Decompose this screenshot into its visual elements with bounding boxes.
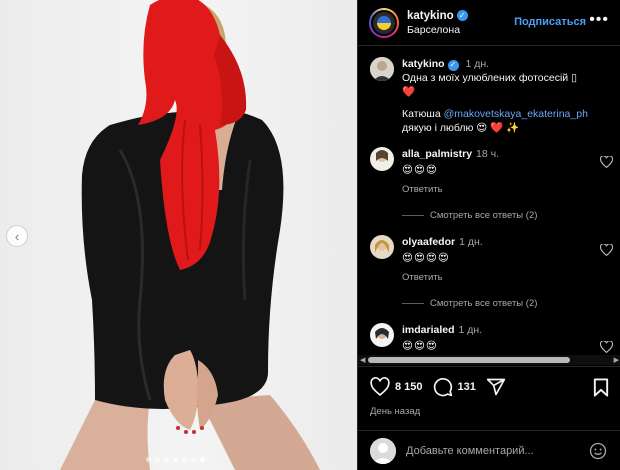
comment-time[interactable]: 18 ч. [476, 148, 499, 160]
caption-heart: ❤️ [402, 86, 416, 98]
comment-username[interactable]: imdarialed [402, 324, 455, 336]
comments-count[interactable]: 131 [458, 381, 476, 393]
reply-button[interactable]: Ответить [402, 272, 443, 283]
comment-text: 😍😍😍 [402, 164, 438, 176]
post-caption: katykino ✓ 1 дн. Одна з моїх улюблених ф… [370, 57, 610, 135]
post-location[interactable]: Барселона [407, 24, 468, 36]
heart-icon[interactable] [600, 156, 613, 168]
comment-text: 😍😍😍😍 [402, 252, 450, 264]
comment-username[interactable]: olyaafedor [402, 236, 455, 248]
follow-button[interactable]: Подписаться [514, 16, 586, 28]
carousel-dot [146, 457, 151, 462]
likes-count[interactable]: 8 150 [395, 381, 423, 393]
heart-icon[interactable] [600, 244, 613, 256]
comment-username[interactable]: alla_palmistry [402, 148, 472, 160]
carousel-dot [182, 457, 187, 462]
caption-line-2: Катюша [402, 108, 444, 120]
comment-avatar[interactable] [370, 323, 394, 347]
comment-text: 😍😍😍 [402, 340, 438, 352]
caption-line-3: дякую і люблю [402, 122, 477, 134]
chevron-left-icon: ‹ [14, 228, 20, 244]
caption-line-1: Одна з моїх улюблених фотосесій [402, 72, 572, 84]
comment-input[interactable]: Добавьте комментарий... [406, 445, 534, 457]
caption-username[interactable]: katykino [402, 58, 445, 70]
comments-list[interactable]: katykino ✓ 1 дн. Одна з моїх улюблених ф… [358, 47, 620, 355]
reply-button[interactable]: Ответить [402, 184, 443, 195]
caption-time[interactable]: 1 дн. [465, 58, 489, 70]
comment-time[interactable]: 1 дн. [459, 236, 483, 248]
verified-icon: ✓ [447, 59, 459, 71]
caption-mention-link[interactable]: @makovetskaya_ekaterina_ph [444, 108, 588, 120]
carousel-dot [191, 457, 196, 462]
caption-missing-glyph: ▯ [571, 72, 577, 84]
flag-icon [377, 15, 391, 30]
heart-icon[interactable] [600, 341, 613, 353]
post-header: katykino ✓ Барселона Подписаться ••• [358, 0, 620, 46]
post-photo [60, 0, 320, 470]
carousel-dot [173, 457, 178, 462]
carousel-dot [200, 457, 205, 462]
add-comment-bar: Добавьте комментарий... [358, 430, 620, 470]
author-username[interactable]: katykino [407, 10, 454, 22]
comment-avatar[interactable] [370, 147, 394, 171]
post-sidebar: katykino ✓ Барселона Подписаться ••• kat… [357, 0, 620, 470]
scroll-left-icon[interactable]: ◀ [360, 356, 365, 364]
current-user-avatar [370, 437, 396, 464]
carousel-dot [164, 457, 169, 462]
scroll-right-icon[interactable]: ▶ [614, 356, 619, 364]
post-date[interactable]: День назад [370, 406, 420, 417]
verified-icon: ✓ [456, 10, 468, 21]
comment-icon[interactable] [433, 377, 453, 397]
caption-emojis: 😍 ❤️ ✨ [476, 122, 520, 134]
post-media[interactable]: ‹ [0, 0, 357, 470]
heart-icon[interactable] [370, 377, 390, 397]
caption-avatar[interactable] [370, 57, 394, 81]
carousel-dots [146, 457, 205, 462]
share-icon[interactable] [486, 377, 506, 397]
carousel-prev-button[interactable]: ‹ [6, 225, 28, 247]
comment-time[interactable]: 1 дн. [459, 324, 483, 336]
view-replies-button[interactable]: Смотреть все ответы (2) [402, 298, 537, 309]
instagram-post-modal: ‹ katykino ✓ Барселона Подписаться ••• k… [0, 0, 620, 470]
more-icon[interactable]: ••• [589, 11, 609, 29]
scrollbar-thumb[interactable] [368, 357, 570, 363]
comment-avatar[interactable] [370, 235, 394, 259]
carousel-dot [155, 457, 160, 462]
view-replies-button[interactable]: Смотреть все ответы (2) [402, 210, 537, 221]
horizontal-scrollbar[interactable]: ◀ ▶ [358, 355, 620, 365]
bookmark-icon[interactable] [593, 378, 609, 397]
author-avatar[interactable] [369, 7, 399, 38]
emoji-icon[interactable] [589, 442, 607, 460]
